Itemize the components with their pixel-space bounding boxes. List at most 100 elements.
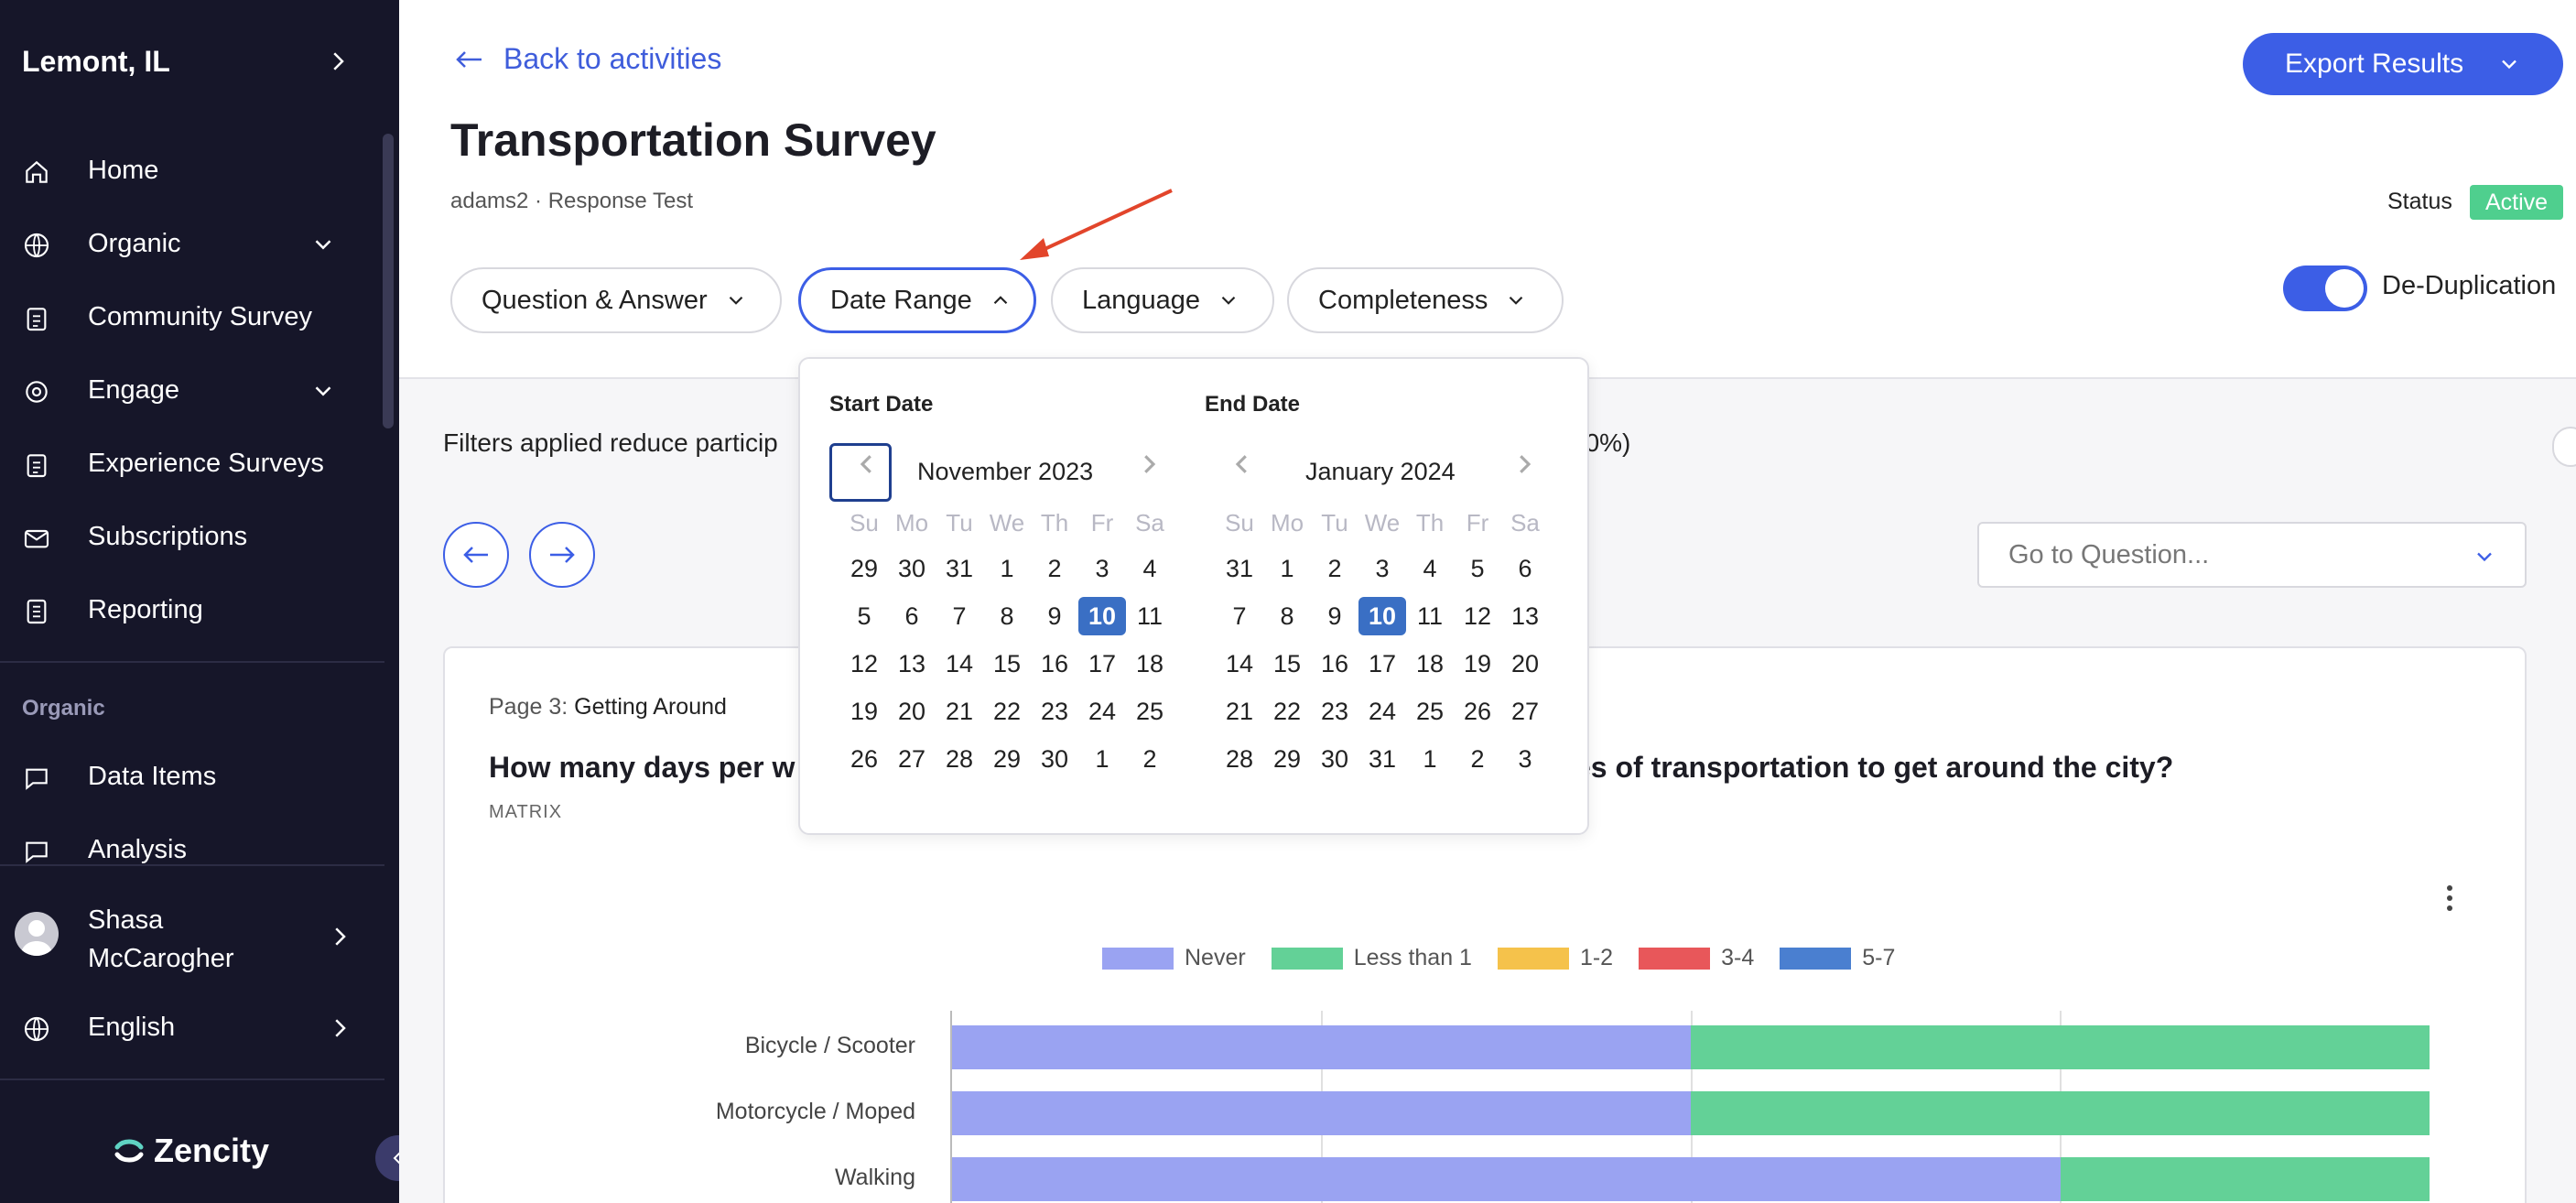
start-day[interactable]: 2	[1031, 555, 1078, 583]
start-day[interactable]: 2	[1126, 745, 1174, 774]
end-day[interactable]: 6	[1501, 555, 1549, 583]
start-day[interactable]: 10	[1078, 597, 1126, 635]
sidebar-item-engage[interactable]: Engage	[0, 364, 366, 416]
end-day[interactable]: 22	[1263, 698, 1311, 726]
start-day[interactable]: 20	[888, 698, 936, 726]
end-day[interactable]: 5	[1454, 555, 1501, 583]
end-day[interactable]: 13	[1501, 602, 1549, 631]
end-day[interactable]: 29	[1263, 745, 1311, 774]
end-day[interactable]: 11	[1406, 602, 1454, 631]
chart-bar[interactable]	[952, 1157, 2061, 1201]
sidebar-item-reporting[interactable]: Reporting	[0, 584, 366, 635]
end-day[interactable]: 26	[1454, 698, 1501, 726]
prev-month-icon[interactable]	[1228, 450, 1256, 478]
start-day[interactable]: 13	[888, 650, 936, 678]
sidebar-item-analysis[interactable]: Analysis	[0, 824, 366, 875]
start-day[interactable]: 19	[840, 698, 888, 726]
end-day[interactable]: 4	[1406, 555, 1454, 583]
start-day[interactable]: 3	[1078, 555, 1126, 583]
prev-month-icon[interactable]	[853, 450, 881, 478]
start-day[interactable]: 23	[1031, 698, 1078, 726]
start-day[interactable]: 29	[983, 745, 1031, 774]
end-day[interactable]: 14	[1216, 650, 1263, 678]
end-day[interactable]: 10	[1358, 597, 1406, 635]
sidebar-item-home[interactable]: Home	[0, 145, 366, 196]
go-to-question-select[interactable]: Go to Question...	[1977, 522, 2527, 588]
start-day[interactable]: 7	[936, 602, 983, 631]
end-day[interactable]: 12	[1454, 602, 1501, 631]
end-day[interactable]: 20	[1501, 650, 1549, 678]
end-day[interactable]: 7	[1216, 602, 1263, 631]
sidebar-item-community-survey[interactable]: Community Survey	[0, 291, 366, 342]
next-month-icon[interactable]	[1510, 450, 1538, 478]
end-day[interactable]: 2	[1454, 745, 1501, 774]
user-name[interactable]: Shasa McCarogher	[88, 901, 298, 978]
filter-question-answer[interactable]: Question & Answer	[450, 267, 782, 333]
chevron-right-icon[interactable]	[326, 923, 353, 950]
next-question-button[interactable]	[529, 522, 595, 588]
more-options-icon[interactable]	[2444, 884, 2455, 912]
end-day[interactable]: 18	[1406, 650, 1454, 678]
start-day[interactable]: 5	[840, 602, 888, 631]
start-day[interactable]: 1	[1078, 745, 1126, 774]
filter-language[interactable]: Language	[1051, 267, 1274, 333]
end-day[interactable]: 30	[1311, 745, 1358, 774]
start-day[interactable]: 14	[936, 650, 983, 678]
end-day[interactable]: 23	[1311, 698, 1358, 726]
sidebar-item-organic[interactable]: Organic	[0, 218, 366, 269]
end-day[interactable]: 16	[1311, 650, 1358, 678]
end-day[interactable]: 24	[1358, 698, 1406, 726]
start-day[interactable]: 24	[1078, 698, 1126, 726]
start-day[interactable]: 4	[1126, 555, 1174, 583]
end-day[interactable]: 31	[1358, 745, 1406, 774]
sidebar-item-subscriptions[interactable]: Subscriptions	[0, 511, 366, 562]
start-day[interactable]: 15	[983, 650, 1031, 678]
next-month-icon[interactable]	[1135, 450, 1163, 478]
end-day[interactable]: 21	[1216, 698, 1263, 726]
start-day[interactable]: 18	[1126, 650, 1174, 678]
start-day[interactable]: 28	[936, 745, 983, 774]
deduplication-toggle[interactable]	[2283, 266, 2367, 311]
filter-date-range[interactable]: Date Range	[798, 267, 1036, 333]
org-switcher[interactable]: Lemont, IL	[22, 40, 352, 82]
back-link[interactable]: Back to activities	[454, 42, 721, 76]
end-day[interactable]: 17	[1358, 650, 1406, 678]
chart-bar[interactable]	[1691, 1091, 2430, 1135]
start-day[interactable]: 17	[1078, 650, 1126, 678]
start-day[interactable]: 27	[888, 745, 936, 774]
end-day[interactable]: 9	[1311, 602, 1358, 631]
filter-completeness[interactable]: Completeness	[1287, 267, 1564, 333]
export-results-button[interactable]: Export Results	[2243, 33, 2563, 95]
start-day[interactable]: 12	[840, 650, 888, 678]
chart-bar[interactable]	[2060, 1157, 2430, 1201]
start-day[interactable]: 31	[936, 555, 983, 583]
end-day[interactable]: 25	[1406, 698, 1454, 726]
chart-bar[interactable]	[952, 1025, 1691, 1069]
sidebar-item-experience-surveys[interactable]: Experience Surveys	[0, 438, 366, 489]
start-day[interactable]: 25	[1126, 698, 1174, 726]
start-day[interactable]: 21	[936, 698, 983, 726]
start-day[interactable]: 9	[1031, 602, 1078, 631]
previous-question-button[interactable]	[443, 522, 509, 588]
end-day[interactable]: 15	[1263, 650, 1311, 678]
chart-bar[interactable]	[1691, 1025, 2430, 1069]
end-day[interactable]: 3	[1358, 555, 1406, 583]
end-day[interactable]: 1	[1263, 555, 1311, 583]
end-day[interactable]: 8	[1263, 602, 1311, 631]
start-day[interactable]: 16	[1031, 650, 1078, 678]
end-day[interactable]: 19	[1454, 650, 1501, 678]
end-day[interactable]: 3	[1501, 745, 1549, 774]
language-selector[interactable]: English	[0, 1002, 366, 1053]
start-day[interactable]: 30	[888, 555, 936, 583]
end-day[interactable]: 2	[1311, 555, 1358, 583]
start-day[interactable]: 26	[840, 745, 888, 774]
start-day[interactable]: 22	[983, 698, 1031, 726]
start-day[interactable]: 1	[983, 555, 1031, 583]
chart-bar[interactable]	[952, 1091, 1691, 1135]
start-day[interactable]: 8	[983, 602, 1031, 631]
end-day[interactable]: 31	[1216, 555, 1263, 583]
start-day[interactable]: 29	[840, 555, 888, 583]
end-day[interactable]: 28	[1216, 745, 1263, 774]
start-day[interactable]: 6	[888, 602, 936, 631]
start-day[interactable]: 30	[1031, 745, 1078, 774]
